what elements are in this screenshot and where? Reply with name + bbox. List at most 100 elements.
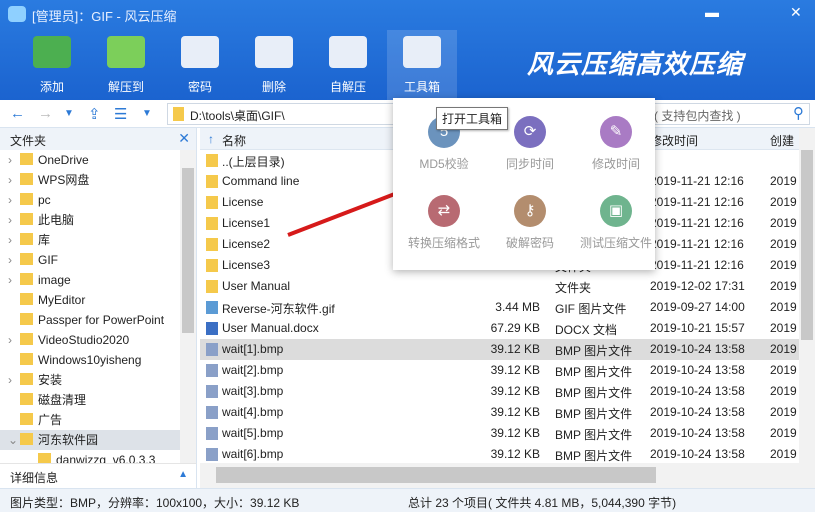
toolbar-icon — [255, 36, 293, 68]
tree-item[interactable]: 广告 — [0, 410, 196, 430]
file-name: ..(上层目录) — [222, 155, 285, 169]
toolbox-popup: 5 MD5校验 ⟳ 同步时间 ✎ 修改时间 ⇄ 转换压缩格式 ⚷ 破解密码 ▣ 测试压缩文件 — [393, 98, 655, 270]
header: [管理员]：GIF - 风云压缩 ▬ ✕ 添加 解压到 密码 删除 自解压 工具箱 风云压… — [0, 0, 815, 100]
toolbar-label: 密码 — [187, 80, 212, 94]
folder-icon — [206, 196, 218, 209]
path-input[interactable]: D:\tools\桌面\GIF\ — [167, 103, 397, 125]
expand-arrow-icon[interactable]: ⌄ — [8, 430, 20, 450]
search-icon[interactable]: ⚲ — [793, 104, 804, 122]
folder-icon — [20, 413, 33, 425]
search-input[interactable]: ( 支持包内查找 ) ⚲ — [645, 103, 810, 125]
expand-arrow-icon[interactable]: › — [8, 250, 20, 270]
file-created: 2019 — [770, 321, 797, 335]
tree-item[interactable]: › 此电脑 — [0, 210, 196, 230]
list-scrollbar[interactable] — [799, 128, 815, 463]
tree-item[interactable]: Passper for PowerPoint — [0, 310, 196, 330]
folder-icon — [20, 273, 33, 285]
back-icon[interactable]: ← — [10, 105, 25, 122]
toolbar-label: 添加 — [39, 80, 64, 94]
expand-arrow-icon[interactable]: › — [8, 270, 20, 290]
folder-icon — [206, 280, 218, 293]
expand-up-icon: ▲ — [178, 469, 188, 480]
history-dropdown-icon[interactable]: ▼ — [64, 108, 74, 119]
toolbar-button-5[interactable]: 工具箱 — [387, 30, 457, 100]
view-list-icon[interactable]: ☰ — [114, 105, 127, 123]
toolbar-button-2[interactable]: 密码 — [165, 30, 235, 100]
toolbar-button-4[interactable]: 自解压 — [313, 30, 383, 100]
details-toggle[interactable]: 详细信息 ▲ — [0, 463, 197, 488]
tool-label: MD5校验 — [419, 157, 469, 171]
expand-arrow-icon[interactable]: › — [8, 150, 20, 170]
toolbar-button-0[interactable]: 添加 — [17, 30, 87, 100]
file-created: 2019 — [770, 405, 797, 419]
tree-scrollbar[interactable] — [180, 150, 196, 463]
toolbar-button-3[interactable]: 删除 — [239, 30, 309, 100]
expand-arrow-icon[interactable]: › — [8, 370, 20, 390]
folder-icon — [20, 233, 33, 245]
file-row[interactable]: wait[1].bmp 39.12 KB BMP 图片文件 2019-10-24… — [200, 339, 815, 360]
file-row[interactable]: Reverse-河东软件.gif 3.44 MB GIF 图片文件 2019-0… — [200, 297, 815, 318]
tree-item-label: 广告 — [38, 413, 63, 427]
tree-item-label: OneDrive — [38, 153, 89, 167]
tree-item[interactable]: › WPS网盘 — [0, 170, 196, 190]
folder-icon — [20, 293, 33, 305]
expand-arrow-icon[interactable]: › — [8, 330, 20, 350]
tool-icon: ⇄ — [428, 195, 460, 227]
file-size: 67.29 KB — [490, 321, 540, 335]
folder-icon — [173, 107, 184, 121]
folder-icon — [20, 353, 33, 365]
tree-item[interactable]: › 安装 — [0, 370, 196, 390]
file-icon — [206, 427, 218, 440]
folder-tree-panel: 文件夹 ✕ › OneDrive › WPS网盘 › pc › 此电脑 › 库 › GIF › image M… — [0, 128, 197, 467]
file-created: 2019 — [770, 195, 797, 209]
tool-5[interactable]: ▣ 测试压缩文件 — [573, 195, 659, 251]
column-name[interactable]: 名称 — [222, 132, 246, 149]
file-icon — [206, 343, 218, 356]
tree-item[interactable]: › image — [0, 270, 196, 290]
tool-3[interactable]: ⇄ 转换压缩格式 — [401, 195, 487, 251]
tree-item[interactable]: › GIF — [0, 250, 196, 270]
expand-arrow-icon[interactable]: › — [8, 230, 20, 250]
file-row[interactable]: wait[6].bmp 39.12 KB BMP 图片文件 2019-10-24… — [200, 444, 815, 465]
column-created[interactable]: 创建 — [770, 132, 794, 149]
file-row[interactable]: User Manual.docx 67.29 KB DOCX 文档 2019-1… — [200, 318, 815, 339]
tree-item[interactable]: › pc — [0, 190, 196, 210]
tree-item[interactable]: › OneDrive — [0, 150, 196, 170]
file-modified: 2019-11-21 12:16 — [650, 237, 744, 251]
file-row[interactable]: User Manual 文件夹 2019-12-02 17:31 2019 — [200, 276, 815, 297]
tool-label: 测试压缩文件 — [579, 236, 652, 250]
file-row[interactable]: wait[4].bmp 39.12 KB BMP 图片文件 2019-10-24… — [200, 402, 815, 423]
tree-item[interactable]: › 库 — [0, 230, 196, 250]
tree-item-label: 库 — [38, 233, 51, 247]
toolbar-icon — [329, 36, 367, 68]
forward-icon[interactable]: → — [38, 105, 53, 122]
expand-arrow-icon[interactable]: › — [8, 210, 20, 230]
file-row[interactable]: wait[2].bmp 39.12 KB BMP 图片文件 2019-10-24… — [200, 360, 815, 381]
horizontal-scrollbar[interactable] — [200, 463, 815, 488]
file-name: License — [222, 195, 264, 209]
minimize-button[interactable]: ▬ — [705, 4, 719, 20]
tree-item[interactable]: › VideoStudio2020 — [0, 330, 196, 350]
tool-label: 修改时间 — [591, 157, 640, 171]
tree-item[interactable]: Windows10yisheng — [0, 350, 196, 370]
up-folder-icon[interactable]: ⇪ — [88, 105, 101, 123]
file-row[interactable]: wait[3].bmp 39.12 KB BMP 图片文件 2019-10-24… — [200, 381, 815, 402]
file-size: 39.12 KB — [490, 447, 540, 461]
close-panel-icon[interactable]: ✕ — [178, 130, 190, 147]
file-name: wait[5].bmp — [222, 426, 284, 440]
toolbar-button-1[interactable]: 解压到 — [91, 30, 161, 100]
view-dropdown-icon[interactable]: ▼ — [142, 108, 152, 119]
expand-arrow-icon[interactable]: › — [8, 170, 20, 190]
tool-2[interactable]: ✎ 修改时间 — [573, 116, 659, 172]
file-modified: 2019-11-21 12:16 — [650, 174, 744, 188]
tree-item[interactable]: MyEditor — [0, 290, 196, 310]
expand-arrow-icon[interactable]: › — [8, 190, 20, 210]
file-size: 39.12 KB — [490, 405, 540, 419]
tree-item[interactable]: 磁盘清理 — [0, 390, 196, 410]
file-row[interactable]: wait[5].bmp 39.12 KB BMP 图片文件 2019-10-24… — [200, 423, 815, 444]
tool-4[interactable]: ⚷ 破解密码 — [487, 195, 573, 251]
tool-icon: ▣ — [600, 195, 632, 227]
file-modified: 2019-10-24 13:58 — [650, 405, 745, 419]
tree-item[interactable]: ⌄ 河东软件园 — [0, 430, 196, 450]
close-button[interactable]: ✕ — [790, 4, 802, 21]
